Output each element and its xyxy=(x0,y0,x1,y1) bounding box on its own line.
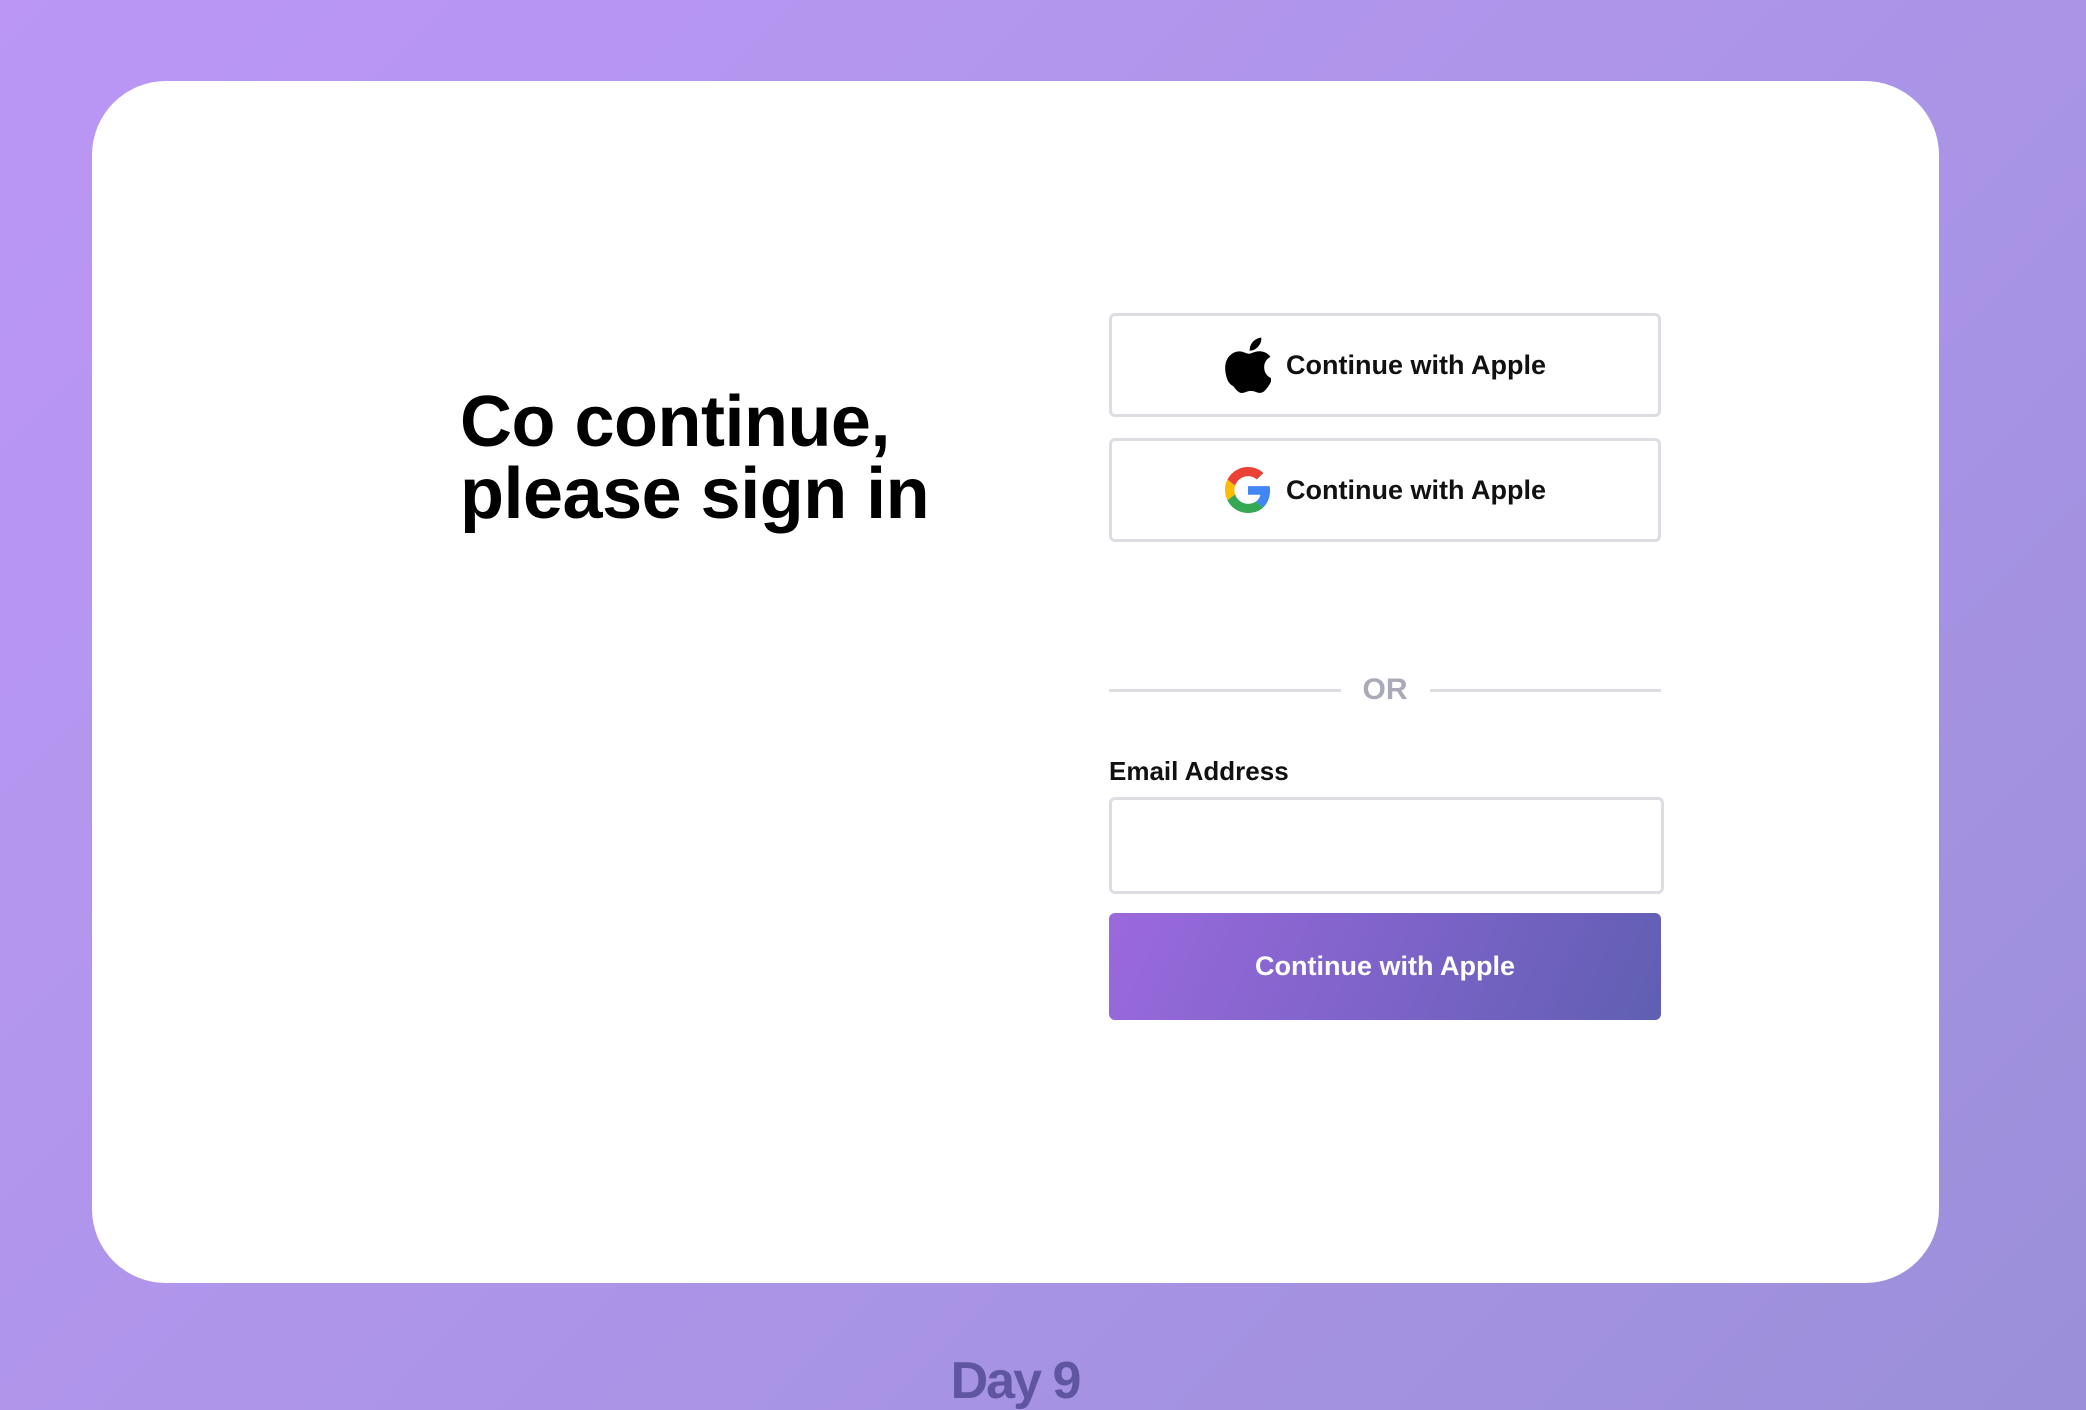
google-icon xyxy=(1224,466,1272,514)
apple-button-label: Continue with Apple xyxy=(1286,349,1546,380)
apple-icon xyxy=(1224,337,1272,393)
or-text: OR xyxy=(1362,673,1408,706)
footer-title: Day 9 xyxy=(950,1352,1082,1410)
divider-line-left xyxy=(1109,688,1341,692)
email-input[interactable] xyxy=(1109,797,1664,894)
page-title: Co continue, please sign in xyxy=(460,382,930,534)
continue-with-apple-button[interactable]: Continue with Apple xyxy=(1109,313,1661,417)
page-title-line-1: Co continue, xyxy=(460,382,890,462)
sign-in-card: Co continue, please sign in xyxy=(92,81,1939,1283)
email-label: Email Address xyxy=(1109,756,1289,786)
google-button-label: Continue with Apple xyxy=(1286,474,1546,505)
continue-submit-button[interactable]: Continue with Apple xyxy=(1109,913,1661,1020)
or-divider: OR xyxy=(1109,670,1661,710)
divider-line-right xyxy=(1429,688,1661,692)
page-title-line-2: please sign in xyxy=(460,454,930,534)
continue-with-google-button[interactable]: Continue with Apple xyxy=(1109,438,1661,542)
